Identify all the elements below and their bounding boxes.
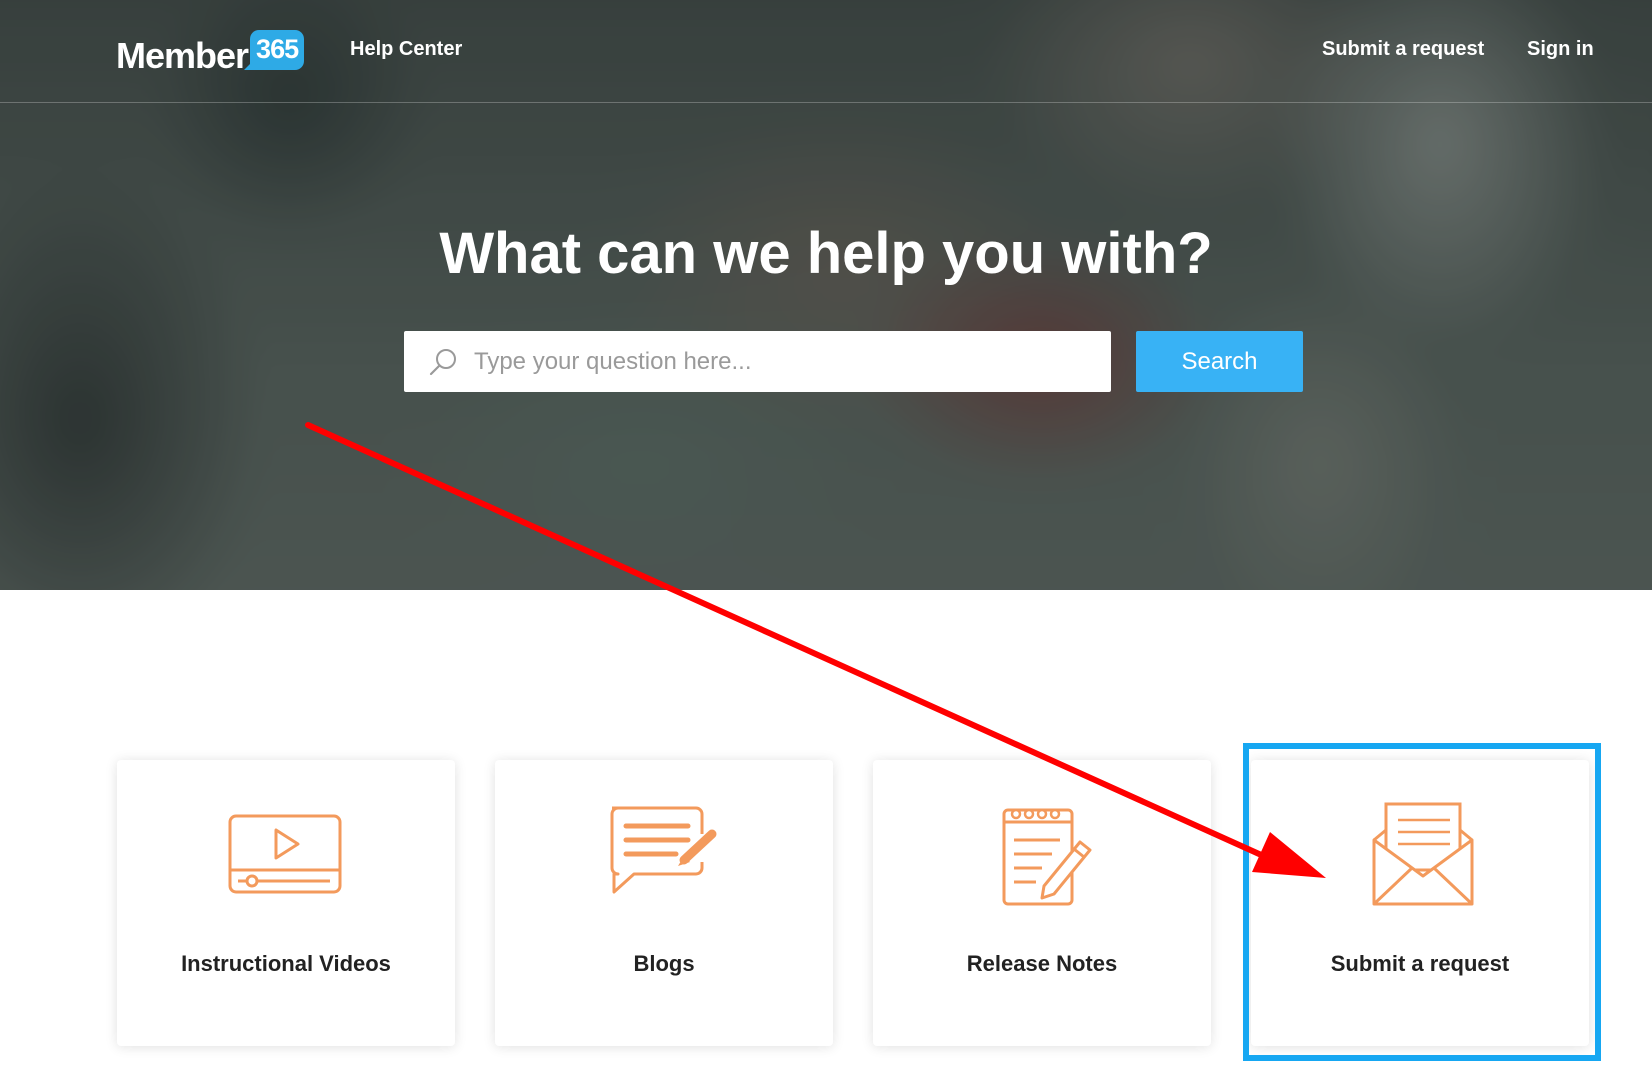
hero-title: What can we help you with? — [439, 221, 1213, 286]
site-header: Member 365 Help Center Submit a request … — [0, 0, 1652, 103]
card-label: Submit a request — [1330, 951, 1510, 976]
card-blogs[interactable]: Blogs — [495, 760, 833, 1046]
logo-badge: 365 — [244, 30, 305, 70]
nav-sign-in-link[interactable]: Sign in — [1527, 36, 1594, 62]
card-label: Blogs — [633, 951, 695, 976]
envelope-letter-icon — [1372, 802, 1474, 906]
search-input[interactable] — [474, 331, 1094, 392]
nav-submit-request-link[interactable]: Submit a request — [1322, 36, 1484, 62]
logo-wordmark: Member — [116, 35, 249, 76]
card-label: Instructional Videos — [181, 951, 391, 976]
search-button[interactable]: Search — [1136, 331, 1303, 392]
card-submit-request[interactable]: Submit a request — [1251, 760, 1589, 1046]
card-release-notes[interactable]: Release Notes — [873, 760, 1211, 1046]
video-player-icon — [228, 814, 342, 894]
hero-section: Member 365 Help Center Submit a request … — [0, 0, 1652, 590]
notepad-pen-icon — [1002, 808, 1092, 906]
chat-edit-icon — [610, 806, 717, 894]
help-center-link[interactable]: Help Center — [350, 36, 462, 62]
search-box — [404, 331, 1111, 392]
help-center-page: Member 365 Help Center Submit a request … — [0, 0, 1652, 1068]
card-label: Release Notes — [966, 951, 1118, 976]
search-icon — [429, 349, 456, 376]
member365-logo[interactable]: Member 365 — [116, 26, 305, 76]
card-instructional-videos[interactable]: Instructional Videos — [117, 760, 455, 1046]
